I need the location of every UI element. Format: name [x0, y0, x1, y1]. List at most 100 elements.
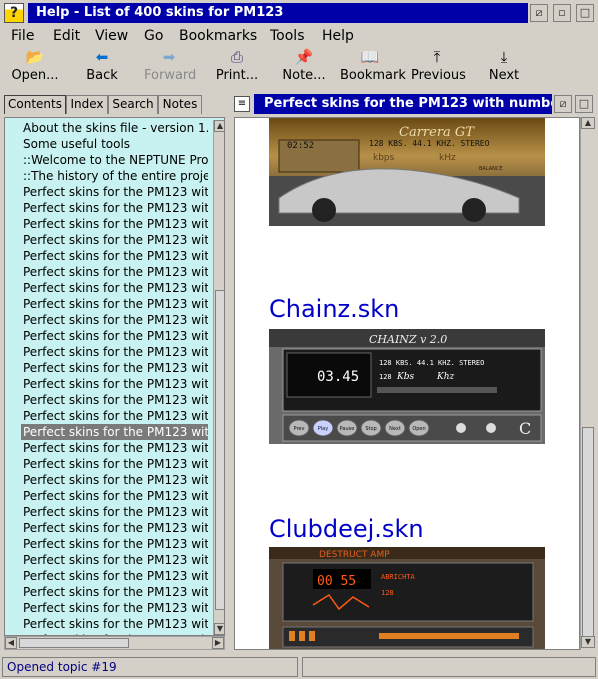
contents-item[interactable]: Perfect skins for the PM123 with: [23, 360, 208, 376]
minimize-button[interactable]: ▫: [553, 4, 571, 22]
chainz-khz: Khz: [436, 372, 455, 382]
contents-item[interactable]: Perfect skins for the PM123 with: [23, 584, 208, 600]
contents-item[interactable]: Perfect skins for the PM123 with: [23, 504, 208, 520]
back-arrow-icon: ⬅: [95, 48, 109, 66]
menu-bookmarks[interactable]: Bookmarks: [179, 27, 257, 45]
contents-item[interactable]: Perfect skins for the PM123 with: [23, 264, 208, 280]
chainz-button-label: Open: [412, 426, 425, 432]
contents-item[interactable]: Perfect skins for the PM123 with: [23, 216, 208, 232]
contents-horizontal-scrollbar[interactable]: ◀ ▶: [4, 636, 225, 650]
chainz-button-label: Stop: [365, 426, 376, 432]
contents-item[interactable]: Perfect skins for the PM123 with: [23, 328, 208, 344]
contents-item[interactable]: Perfect skins for the PM123 with: [23, 552, 208, 568]
menu-tools[interactable]: Tools: [270, 27, 305, 45]
clubdeej-title: DESTRUCT AMP: [319, 550, 390, 560]
status-bar: Opened topic #19: [0, 656, 598, 679]
contents-item[interactable]: Perfect skins for the PM123 with: [23, 472, 208, 488]
topic-scroll-down-arrow[interactable]: ▼: [581, 636, 595, 648]
forward-button[interactable]: ➡ Forward: [144, 46, 196, 92]
contents-item[interactable]: Perfect skins for the PM123 with: [23, 232, 208, 248]
carrera-title: Carrera GT: [399, 125, 475, 140]
back-button[interactable]: ⬅ Back: [82, 46, 122, 92]
contents-item[interactable]: ::The history of the entire project:: [23, 168, 208, 184]
contents-item[interactable]: Perfect skins for the PM123 with: [23, 296, 208, 312]
book-icon: 📖: [360, 48, 380, 66]
chainz-button-label: Play: [318, 426, 328, 432]
contents-item[interactable]: Perfect skins for the PM123 with: [23, 392, 208, 408]
scroll-up-arrow[interactable]: ▲: [214, 120, 224, 132]
next-button[interactable]: ⤓ Next: [486, 46, 522, 92]
navigation-tabs: Contents Index Search Notes: [4, 95, 229, 115]
scroll-thumb[interactable]: [215, 290, 224, 610]
open-button[interactable]: 📂 Open...: [10, 46, 60, 92]
note-button[interactable]: 📌 Note...: [282, 46, 326, 92]
carrera-balance: BALANCE: [479, 166, 503, 172]
clubdeej-kbps: 128: [381, 589, 394, 597]
topic-maximize-button[interactable]: □: [575, 95, 593, 113]
bookmark-button[interactable]: 📖 Bookmark: [340, 46, 406, 92]
contents-item[interactable]: Perfect skins for the PM123 with: [23, 488, 208, 504]
print-button[interactable]: ⎙ Print...: [215, 46, 259, 92]
forward-arrow-icon: ➡: [162, 48, 176, 66]
contents-item[interactable]: Perfect skins for the PM123 with: [23, 440, 208, 456]
scroll-right-arrow[interactable]: ▶: [212, 637, 224, 649]
contents-vertical-scrollbar[interactable]: ▲ ▼: [213, 120, 224, 635]
help-app-icon[interactable]: ?: [4, 3, 24, 23]
chainz-title: CHAINZ v 2.0: [369, 333, 447, 346]
maximize-button[interactable]: □: [576, 4, 594, 22]
contents-item[interactable]: ::Welcome to the NEPTUNE Project: [23, 152, 208, 168]
contents-item[interactable]: Perfect skins for the PM123 with: [23, 600, 208, 616]
contents-item[interactable]: Perfect skins for the PM123 with: [23, 616, 208, 632]
printer-icon: ⎙: [230, 48, 243, 66]
contents-item[interactable]: Perfect skins for the PM123 with: [23, 280, 208, 296]
topic-scroll-up-arrow[interactable]: ▲: [581, 117, 595, 129]
clubdeej-time: 00 55: [317, 574, 356, 589]
contents-item[interactable]: Perfect skins for the PM123 with: [21, 424, 208, 440]
tab-search[interactable]: Search: [108, 95, 158, 114]
contents-item[interactable]: Perfect skins for the PM123 with: [23, 248, 208, 264]
document-icon: ≡: [234, 96, 250, 112]
chainz-kbps-value: 128: [379, 373, 392, 381]
window-title: Help - List of 400 skins for PM123: [28, 3, 528, 23]
contents-item[interactable]: Some useful tools: [23, 136, 208, 152]
menu-edit[interactable]: Edit: [53, 27, 80, 45]
topic-scroll-thumb[interactable]: [582, 427, 594, 647]
toolbar: 📂 Open... ⬅ Back ➡ Forward ⎙ Print... 📌 …: [0, 46, 598, 92]
contents-item[interactable]: Perfect skins for the PM123 with: [23, 376, 208, 392]
restore-button[interactable]: ⧄: [530, 4, 548, 22]
contents-item[interactable]: Perfect skins for the PM123 with: [23, 312, 208, 328]
carrera-info: 128 KBS. 44.1 KHZ. STEREO: [369, 139, 490, 148]
menu-help[interactable]: Help: [322, 27, 354, 45]
tab-contents[interactable]: Contents: [4, 95, 66, 114]
tab-index[interactable]: Index: [66, 95, 108, 114]
topic-vertical-scrollbar[interactable]: ▲ ▼: [580, 117, 595, 650]
topic-restore-button[interactable]: ⧄: [554, 95, 572, 113]
contents-item[interactable]: Perfect skins for the PM123 with: [23, 568, 208, 584]
contents-item[interactable]: Perfect skins for the PM123 with: [23, 536, 208, 552]
status-secondary-panel: [302, 657, 596, 677]
chainz-button-label: Pause: [340, 426, 355, 432]
menu-bar: File Edit View Go Bookmarks Tools Help: [0, 26, 598, 46]
contents-item[interactable]: Perfect skins for the PM123 with: [23, 344, 208, 360]
contents-item[interactable]: Perfect skins for the PM123 with: [23, 184, 208, 200]
contents-item[interactable]: Perfect skins for the PM123 with: [23, 408, 208, 424]
status-text: Opened topic #19: [2, 657, 298, 677]
tab-notes[interactable]: Notes: [158, 95, 202, 114]
chainz-button-label: Prev: [294, 426, 305, 432]
topic-title: Perfect skins for the PM123 with numbers…: [254, 94, 552, 114]
scroll-down-arrow[interactable]: ▼: [214, 623, 224, 635]
previous-button[interactable]: ⤒ Previous: [411, 46, 466, 92]
scroll-left-arrow[interactable]: ◀: [5, 637, 17, 649]
contents-item[interactable]: About the skins file - version 1.4: [23, 120, 208, 136]
horizontal-scroll-thumb[interactable]: [19, 638, 129, 648]
menu-view[interactable]: View: [95, 27, 128, 45]
clubdeej-skin-image: DESTRUCT AMP 00 55 ABRICHTA 128: [269, 547, 545, 649]
menu-go[interactable]: Go: [144, 27, 163, 45]
contents-item[interactable]: Perfect skins for the PM123 with: [23, 200, 208, 216]
menu-file[interactable]: File: [11, 27, 34, 45]
contents-tree[interactable]: Perfect skins for the PM123 with Perfect …: [4, 117, 225, 636]
contents-item[interactable]: Perfect skins for the PM123 with: [23, 520, 208, 536]
chainz-kbps: Kbs: [396, 372, 414, 382]
carrera-kbps: kbps: [373, 153, 395, 163]
contents-item[interactable]: Perfect skins for the PM123 with: [23, 456, 208, 472]
